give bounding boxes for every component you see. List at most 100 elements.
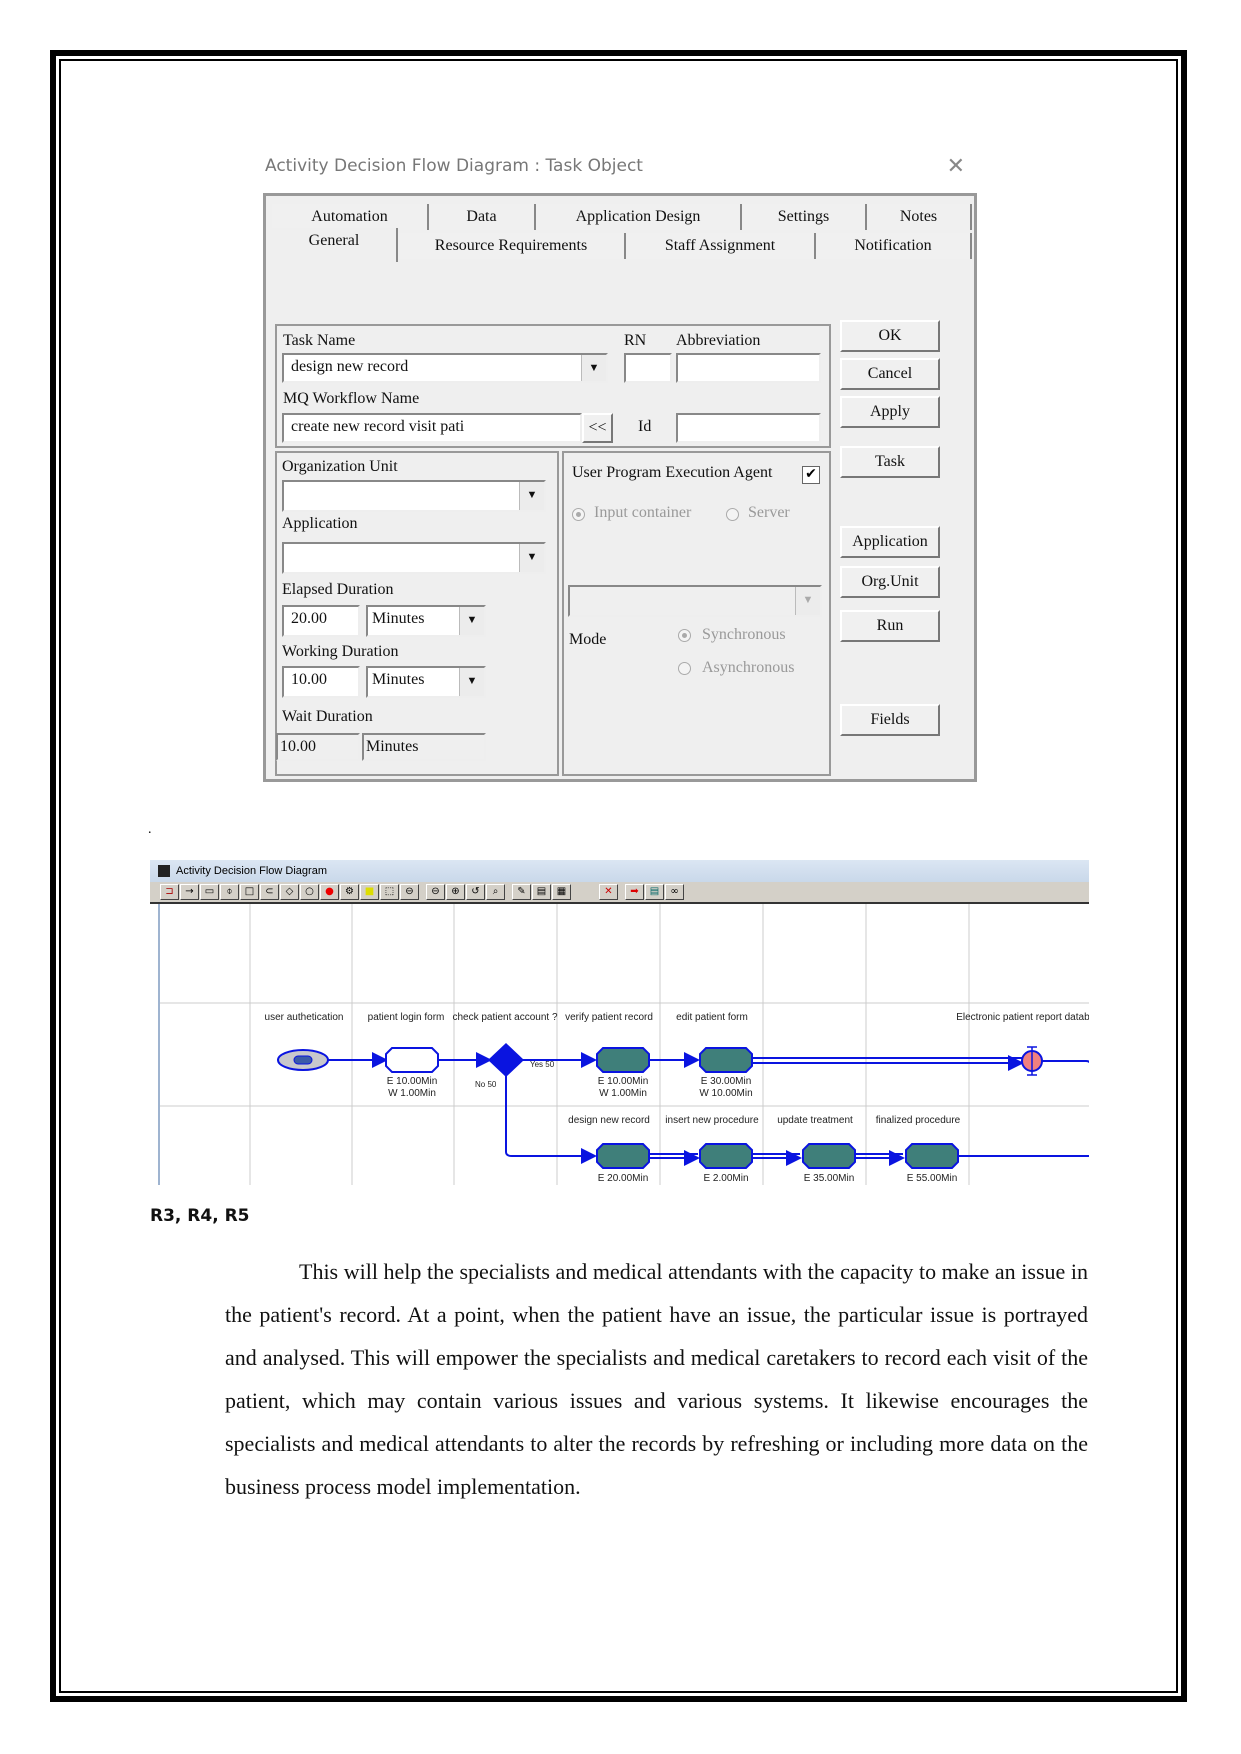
task-button[interactable]: Task (840, 446, 940, 478)
login-working: W 1.00Min (388, 1088, 436, 1099)
agent-select[interactable]: ▼ (568, 585, 822, 617)
label-patient-login-form: patient login form (368, 1012, 445, 1023)
edit-elapsed: E 30.00Min (701, 1076, 752, 1087)
mq-workflow-input[interactable]: create new record visit pati (282, 413, 582, 443)
box-icon[interactable]: □ (240, 884, 259, 900)
rect-icon[interactable]: ▭ (200, 884, 219, 900)
application-select[interactable]: ▼ (282, 542, 546, 574)
wait-unit-value: Minutes (362, 733, 486, 761)
arrow-icon[interactable]: → (180, 884, 199, 900)
rounded-icon[interactable]: ⊂ (260, 884, 279, 900)
mq-lookup-button[interactable]: << (582, 413, 613, 443)
task-edit-patient-form[interactable] (699, 1047, 753, 1073)
tab-notification[interactable]: Notification (816, 233, 972, 259)
elapsed-unit-value: Minutes (372, 610, 425, 627)
task-update-treatment[interactable] (802, 1143, 856, 1169)
select-icon[interactable]: ⊐ (160, 884, 179, 900)
fields-button[interactable]: Fields (840, 704, 940, 736)
tab-automation[interactable]: Automation (272, 204, 429, 230)
chevron-down-icon[interactable]: ▼ (795, 587, 820, 615)
wait-duration-label: Wait Duration (282, 708, 373, 725)
asynchronous-label: Asynchronous (702, 659, 795, 676)
abbreviation-label: Abbreviation (676, 332, 761, 349)
working-unit-select[interactable]: Minutes ▼ (366, 666, 486, 698)
task-patient-login-form[interactable] (385, 1047, 439, 1073)
split-icon[interactable]: ⌽ (220, 884, 239, 900)
chevron-down-icon[interactable]: ▼ (519, 482, 544, 510)
application-label: Application (282, 515, 358, 532)
decision-check-account[interactable] (488, 1043, 524, 1077)
asynchronous-radio[interactable] (678, 662, 691, 675)
tab-data[interactable]: Data (429, 204, 536, 230)
label-electronic-database: Electronic patient report database (956, 1012, 1089, 1023)
note-icon[interactable]: ■ (360, 884, 379, 900)
pencil-icon[interactable]: ✎ (512, 884, 531, 900)
task-finalized-procedure[interactable] (905, 1143, 959, 1169)
diamond-icon[interactable]: ◇ (280, 884, 299, 900)
app-icon (158, 865, 170, 878)
close-icon[interactable]: ✕ (947, 154, 965, 179)
apply-button[interactable]: Apply (840, 396, 940, 428)
elapsed-duration-input[interactable]: 20.00 (282, 605, 360, 637)
find-icon[interactable]: ⌕ (486, 884, 505, 900)
connector-icon[interactable]: ⊖ (400, 884, 419, 900)
org-unit-select[interactable]: ▼ (282, 480, 546, 512)
working-duration-label: Working Duration (282, 643, 399, 660)
chevron-down-icon[interactable]: ▼ (459, 607, 484, 635)
start-node-inner (293, 1055, 313, 1065)
lane-grid (160, 904, 1089, 1185)
diagram-toolbar: ⊐ → ▭ ⌽ □ ⊂ ◇ ○ ● ⚙ ■ ⬚ ⊖ ⊖ ⊕ ↺ ⌕ ✎ ▤ ▦ … (150, 882, 1089, 904)
tab-general[interactable]: General (272, 228, 398, 262)
chevron-down-icon[interactable]: ▼ (581, 355, 606, 381)
upea-label: User Program Execution Agent (572, 464, 773, 481)
task-verify-patient-record[interactable] (596, 1047, 650, 1073)
chevron-down-icon[interactable]: ▼ (459, 668, 484, 696)
org-unit-button[interactable]: Org.Unit (840, 566, 940, 598)
task-name-select[interactable]: design new record ▼ (282, 353, 608, 383)
zoom-out-icon[interactable]: ⊖ (426, 884, 445, 900)
tab-staff-assignment[interactable]: Staff Assignment (626, 233, 816, 259)
gear-icon[interactable]: ⚙ (340, 884, 359, 900)
undo-icon[interactable]: ↺ (466, 884, 485, 900)
input-container-radio[interactable] (572, 508, 585, 521)
tab-settings[interactable]: Settings (742, 204, 867, 230)
task-design-new-record[interactable] (596, 1143, 650, 1169)
server-radio[interactable] (726, 508, 739, 521)
elapsed-unit-select[interactable]: Minutes ▼ (366, 605, 486, 637)
layers-icon[interactable]: ▦ (552, 884, 571, 900)
marquee-icon[interactable]: ⬚ (380, 884, 399, 900)
cancel-button[interactable]: Cancel (840, 358, 940, 390)
zoom-in-icon[interactable]: ⊕ (446, 884, 465, 900)
flow-lines (320, 1052, 1089, 1166)
rn-input[interactable] (624, 353, 672, 383)
synchronous-radio[interactable] (678, 629, 691, 642)
ruler-icon[interactable]: ▤ (532, 884, 551, 900)
ok-button[interactable]: OK (840, 320, 940, 352)
dialog-title: Activity Decision Flow Diagram : Task Ob… (265, 156, 643, 176)
id-input[interactable] (676, 413, 821, 443)
input-container-label: Input container (594, 504, 692, 521)
upea-checkbox[interactable]: ✔ (802, 466, 820, 484)
server-label: Server (748, 504, 790, 521)
fit-icon[interactable]: ✕ (599, 884, 618, 900)
label-update-treatment: update treatment (777, 1115, 853, 1126)
print-icon[interactable]: ▤ (645, 884, 664, 900)
tab-notes[interactable]: Notes (867, 204, 972, 230)
run-button[interactable]: Run (840, 610, 940, 642)
abbreviation-input[interactable] (676, 353, 821, 383)
tab-resource-requirements[interactable]: Resource Requirements (398, 233, 626, 259)
no-branch-label: No 50 (475, 1080, 497, 1089)
binoculars-icon[interactable]: ∞ (665, 884, 684, 900)
application-button[interactable]: Application (840, 526, 940, 558)
label-check-patient-account: check patient account ? (452, 1012, 558, 1023)
id-label: Id (638, 418, 652, 435)
task-name-value: design new record (291, 358, 409, 375)
chevron-down-icon[interactable]: ▼ (519, 544, 544, 572)
requirements-heading: R3, R4, R5 (150, 1206, 250, 1226)
stop-icon[interactable]: ● (320, 884, 339, 900)
task-insert-new-procedure[interactable] (699, 1143, 753, 1169)
circle-icon[interactable]: ○ (300, 884, 319, 900)
tab-application-design[interactable]: Application Design (536, 204, 742, 230)
working-duration-input[interactable]: 10.00 (282, 666, 360, 698)
export-icon[interactable]: ➡ (625, 884, 644, 900)
